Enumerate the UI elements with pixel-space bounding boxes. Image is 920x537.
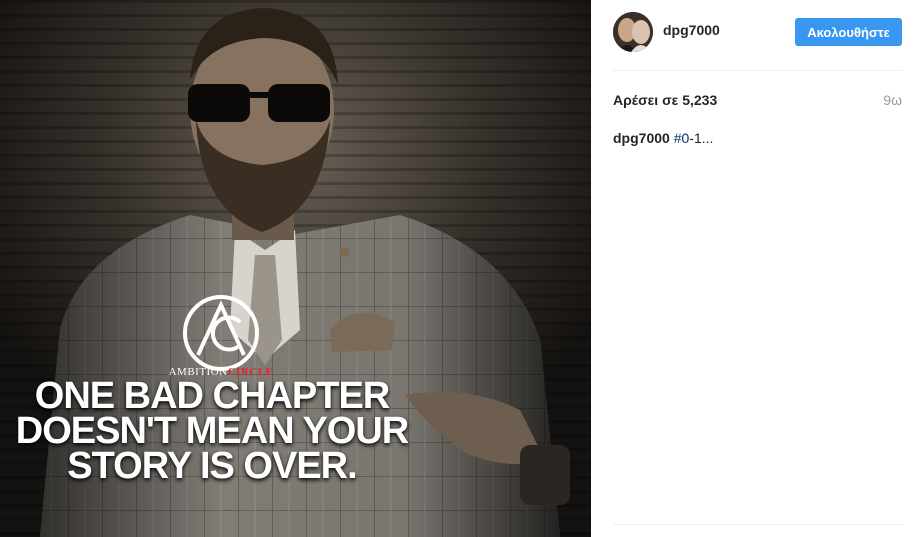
caption-username[interactable]: dpg7000: [613, 130, 670, 146]
caption: dpg7000 #0-1...: [613, 130, 713, 146]
quote-line-2: DOESN'T MEAN YOUR: [15, 410, 409, 452]
follow-button[interactable]: Ακολουθήστε: [795, 18, 902, 46]
post-side-panel: dpg7000 Ακολουθήστε Αρέσει σε 5,233 9ω d…: [591, 0, 920, 537]
likes-count[interactable]: Αρέσει σε 5,233: [613, 92, 717, 108]
quote-text: ONE BAD CHAPTER DOESN'T MEAN YOUR STORY …: [0, 375, 424, 487]
header-divider: [613, 70, 902, 71]
username-link[interactable]: dpg7000: [663, 22, 720, 38]
quote-line-1: ONE BAD CHAPTER: [34, 375, 390, 417]
quote-line-3: STORY IS OVER.: [67, 445, 357, 487]
avatar-image: [613, 12, 653, 52]
post-photo[interactable]: AMBITIONCIRCLE ONE BAD CHAPTER DOESN'T M…: [0, 0, 591, 537]
avatar[interactable]: [613, 12, 653, 52]
caption-text: -1...: [689, 130, 714, 146]
post-time[interactable]: 9ω: [883, 92, 902, 108]
footer-divider: [613, 524, 902, 525]
caption-hashtag[interactable]: #0: [674, 130, 690, 146]
